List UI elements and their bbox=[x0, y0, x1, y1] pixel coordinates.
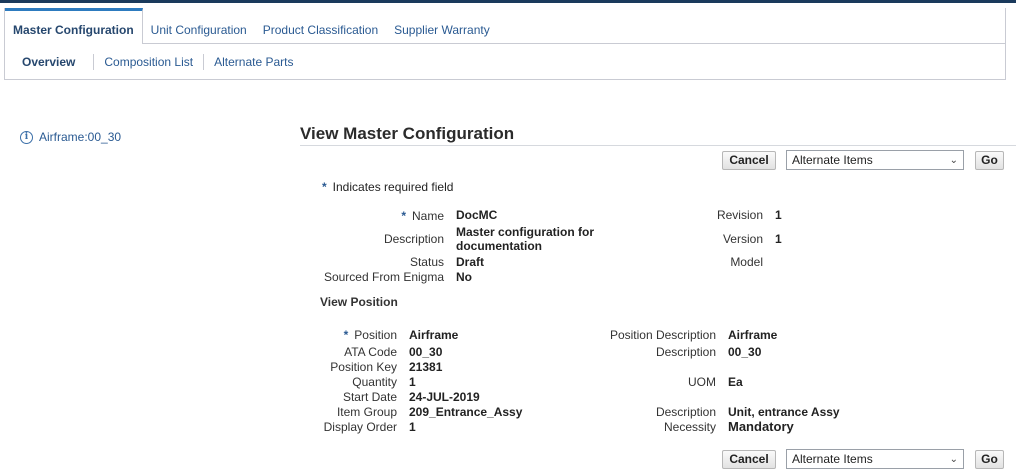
action-select-bottom[interactable]: Alternate Items ⌄ bbox=[786, 449, 964, 469]
position-description-value: Airframe bbox=[728, 328, 778, 342]
tabs-divider bbox=[142, 43, 1005, 44]
revision-value: 1 bbox=[775, 208, 782, 222]
cancel-button[interactable]: Cancel bbox=[722, 150, 776, 170]
version-value: 1 bbox=[775, 232, 782, 246]
view-position-heading: View Position bbox=[320, 295, 398, 309]
version-label: Version bbox=[722, 232, 763, 246]
subtab-alternate-parts[interactable]: Alternate Parts bbox=[203, 54, 303, 70]
status-label: Status bbox=[409, 255, 444, 269]
tab-master-configuration[interactable]: Master Configuration bbox=[5, 8, 143, 44]
revision-label: Revision bbox=[716, 208, 763, 222]
ata-description-value: 00_30 bbox=[728, 345, 762, 359]
sourced-value: No bbox=[456, 270, 472, 284]
quantity-label: Quantity bbox=[352, 375, 397, 389]
cancel-button-bottom[interactable]: Cancel bbox=[722, 449, 776, 469]
tab-unit-configuration[interactable]: Unit Configuration bbox=[143, 8, 255, 44]
required-note-text: Indicates required field bbox=[332, 180, 454, 194]
position-description-label: Position Description bbox=[609, 328, 716, 342]
subtab-overview[interactable]: Overview bbox=[5, 54, 93, 70]
action-select-value: Alternate Items bbox=[792, 153, 873, 167]
info-icon: i bbox=[20, 130, 33, 144]
chevron-down-icon: ⌄ bbox=[949, 453, 958, 465]
ata-code-label: ATA Code bbox=[344, 345, 397, 359]
required-note: * Indicates required field bbox=[322, 180, 453, 194]
required-star-icon: * bbox=[401, 209, 406, 223]
position-key-label: Position Key bbox=[330, 360, 397, 374]
necessity-value: Mandatory bbox=[728, 419, 794, 434]
position-value: Airframe bbox=[409, 328, 459, 342]
quantity-value: 1 bbox=[409, 375, 416, 389]
action-select[interactable]: Alternate Items ⌄ bbox=[786, 150, 964, 170]
name-label: * Name bbox=[401, 209, 444, 223]
go-button[interactable]: Go bbox=[975, 150, 1004, 170]
necessity-label: Necessity bbox=[663, 420, 716, 434]
position-key-value: 21381 bbox=[409, 360, 443, 374]
ata-description-label: Description bbox=[655, 345, 716, 359]
description-label: Description bbox=[383, 232, 444, 246]
main-tabs: Master Configuration Unit Configuration … bbox=[5, 8, 498, 44]
display-order-value: 1 bbox=[409, 420, 416, 434]
uom-value: Ea bbox=[728, 375, 743, 389]
model-label: Model bbox=[730, 255, 763, 269]
status-value: Draft bbox=[456, 255, 485, 269]
required-star-icon: * bbox=[343, 328, 349, 342]
description-value: Master configuration for documentation bbox=[456, 225, 595, 253]
display-order-label: Display Order bbox=[323, 420, 397, 434]
bottom-button-bar: Cancel Alternate Items ⌄ Go bbox=[722, 449, 1004, 469]
required-star-icon: * bbox=[322, 180, 327, 194]
subtab-composition-list[interactable]: Composition List bbox=[93, 54, 203, 70]
tab-supplier-warranty[interactable]: Supplier Warranty bbox=[386, 8, 498, 44]
tree-node-link[interactable]: Airframe:00_30 bbox=[39, 130, 121, 144]
position-label: * Position bbox=[343, 328, 397, 342]
item-group-label: Item Group bbox=[336, 405, 397, 419]
page-title: View Master Configuration bbox=[300, 124, 515, 143]
action-select-value: Alternate Items bbox=[792, 452, 873, 466]
sub-tabs: Overview Composition List Alternate Part… bbox=[5, 54, 303, 70]
item-group-value: 209_Entrance_Assy bbox=[409, 405, 523, 419]
tab-product-classification[interactable]: Product Classification bbox=[255, 8, 386, 44]
top-banner-strip bbox=[0, 0, 1016, 3]
name-value: DocMC bbox=[456, 208, 498, 222]
top-button-bar: Cancel Alternate Items ⌄ Go bbox=[722, 150, 1004, 170]
uom-label: UOM bbox=[688, 375, 716, 389]
item-group-description-value: Unit, entrance Assy bbox=[728, 405, 840, 419]
tree-node[interactable]: i Airframe:00_30 bbox=[20, 130, 121, 144]
item-group-description-label: Description bbox=[655, 405, 716, 419]
ata-code-value: 00_30 bbox=[409, 345, 443, 359]
start-date-label: Start Date bbox=[342, 390, 397, 404]
go-button-bottom[interactable]: Go bbox=[975, 449, 1004, 469]
tab-panel: Master Configuration Unit Configuration … bbox=[4, 8, 1006, 80]
sourced-label: Sourced From Enigma bbox=[323, 270, 444, 284]
chevron-down-icon: ⌄ bbox=[949, 154, 958, 166]
start-date-value: 24-JUL-2019 bbox=[409, 390, 480, 404]
title-divider bbox=[300, 145, 1016, 146]
